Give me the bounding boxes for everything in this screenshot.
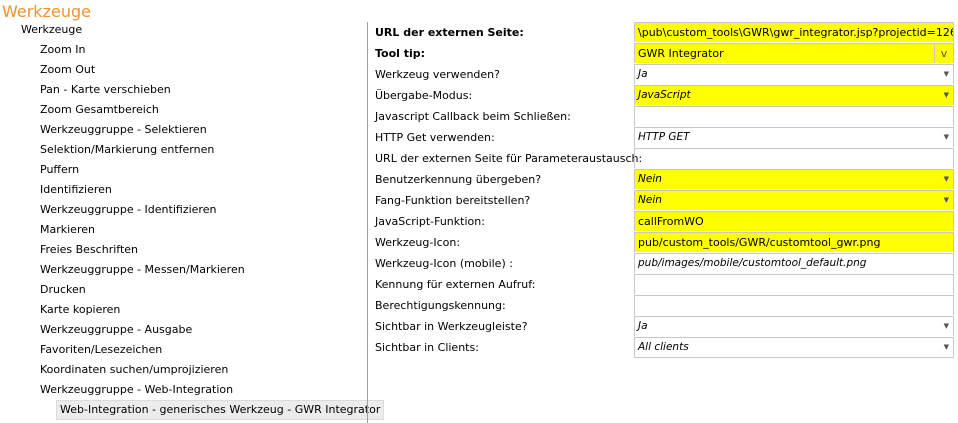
form-row: Werkzeug-Icon (mobile) : pub/images/mobil… — [368, 253, 956, 274]
field-input[interactable]: \pub\custom_tools\GWR\gwr_integrator.jsp… — [634, 22, 954, 42]
field-input[interactable]: pub/images/mobile/customtool_default.png — [634, 253, 954, 273]
form-row: Übergabe-Modus: JavaScript ▼ — [368, 85, 956, 106]
form-row: Benutzerkennung übergeben? Nein ▼ — [368, 169, 956, 190]
tree-item[interactable]: Werkzeuggruppe - Identifizieren — [40, 200, 216, 220]
field-select[interactable]: Nein ▼ — [634, 190, 954, 210]
field-label: Fang-Funktion bereitstellen? — [375, 194, 531, 207]
chevron-down-icon[interactable]: ▼ — [944, 86, 949, 105]
chevron-down-icon[interactable]: ▼ — [944, 317, 949, 336]
chevron-down-icon[interactable]: ▼ — [944, 191, 949, 210]
field-value: Ja — [638, 320, 648, 332]
field-label: Werkzeug-Icon: — [375, 236, 461, 249]
tree-item[interactable]: Werkzeuggruppe - Selektieren — [40, 120, 207, 140]
tree-item[interactable]: Werkzeuggruppe - Web-Integration — [40, 380, 233, 400]
form-row: Tool tip: GWR Integrator v — [368, 43, 956, 64]
field-select[interactable]: Ja ▼ — [634, 64, 954, 84]
form-row: HTTP Get verwenden: HTTP GET ▼ — [368, 127, 956, 148]
field-label: HTTP Get verwenden: — [375, 131, 495, 144]
field-label: URL der externen Seite: — [375, 26, 524, 39]
field-value: JavaScript — [638, 89, 691, 101]
chevron-down-icon[interactable]: ▼ — [944, 65, 949, 84]
tree-item[interactable]: Pan - Karte verschieben — [40, 80, 171, 100]
form-row: Sichtbar in Clients: All clients ▼ — [368, 337, 956, 358]
tree-item[interactable]: Koordinaten suchen/umprojizieren — [40, 360, 228, 380]
chevron-down-icon[interactable]: ▼ — [944, 128, 949, 147]
tree-item-selected[interactable]: Web-Integration - generisches Werkzeug -… — [56, 400, 385, 420]
field-label: Werkzeug verwenden? — [375, 68, 500, 81]
form-row: URL der externen Seite: \pub\custom_tools… — [368, 22, 956, 43]
form-row: Javascript Callback beim Schließen: — [368, 106, 956, 127]
tree-item[interactable]: Zoom Out — [40, 60, 95, 80]
tree-item[interactable]: Freies Beschriften — [40, 240, 138, 260]
field-select[interactable]: HTTP GET ▼ — [634, 127, 954, 147]
field-value: pub/custom_tools/GWR/customtool_gwr.png — [638, 236, 881, 249]
form-row: JavaScript-Funktion: callFromWO — [368, 211, 956, 232]
field-value: GWR Integrator — [638, 47, 724, 60]
field-label: Sichtbar in Werkzeugleiste? — [375, 320, 528, 333]
field-label: Kennung für externen Aufruf: — [375, 278, 536, 291]
field-label: Berechtigungskennung: — [375, 299, 506, 312]
field-select[interactable]: JavaScript ▼ — [634, 85, 954, 105]
field-label: Sichtbar in Clients: — [375, 341, 479, 354]
field-input[interactable] — [634, 148, 954, 168]
field-input[interactable]: GWR Integrator v — [634, 43, 954, 63]
field-label: Werkzeug-Icon (mobile) : — [375, 257, 513, 270]
tree-item[interactable]: Werkzeuggruppe - Ausgabe — [40, 320, 192, 340]
tree-item[interactable]: Identifizieren — [40, 180, 112, 200]
tree-item[interactable]: Zoom In — [40, 40, 85, 60]
form-row: Sichtbar in Werkzeugleiste? Ja ▼ — [368, 316, 956, 337]
tree-item[interactable]: Puffern — [40, 160, 79, 180]
field-value: HTTP GET — [638, 131, 690, 143]
field-value: \pub\custom_tools\GWR\gwr_integrator.jsp… — [638, 26, 954, 39]
tree-item[interactable]: Karte kopieren — [40, 300, 120, 320]
field-input[interactable] — [634, 106, 954, 126]
form-row: Berechtigungskennung: — [368, 295, 956, 316]
field-value: Ja — [638, 68, 648, 80]
field-value: All clients — [638, 341, 689, 353]
field-label: Javascript Callback beim Schließen: — [375, 110, 571, 123]
field-value: callFromWO — [638, 215, 704, 228]
tree-item[interactable]: Drucken — [40, 280, 86, 300]
chevron-down-icon[interactable]: ▼ — [944, 338, 949, 357]
tree-root[interactable]: Werkzeuge — [21, 20, 82, 40]
field-input[interactable]: callFromWO — [634, 211, 954, 231]
field-input[interactable]: pub/custom_tools/GWR/customtool_gwr.png — [634, 232, 954, 252]
field-label: JavaScript-Funktion: — [375, 215, 485, 228]
properties-form: URL der externen Seite: \pub\custom_tools… — [368, 22, 956, 358]
field-value: Nein — [638, 194, 662, 206]
form-row: Werkzeug verwenden? Ja ▼ — [368, 64, 956, 85]
field-select[interactable]: Ja ▼ — [634, 316, 954, 336]
field-value: Nein — [638, 173, 662, 185]
field-label: Benutzerkennung übergeben? — [375, 173, 542, 186]
form-row: Kennung für externen Aufruf: — [368, 274, 956, 295]
tree-item[interactable]: Werkzeuggruppe - Messen/Markieren — [40, 260, 245, 280]
field-label: URL der externen Seite für Parameteraust… — [375, 152, 643, 165]
form-row: Fang-Funktion bereitstellen? Nein ▼ — [368, 190, 956, 211]
tree-item[interactable]: Markieren — [40, 220, 95, 240]
field-value: pub/images/mobile/customtool_default.png — [638, 257, 867, 269]
field-label: Tool tip: — [375, 47, 426, 60]
tree-item[interactable]: Selektion/Markierung entfernen — [40, 140, 214, 160]
field-input[interactable] — [634, 274, 954, 294]
field-select[interactable]: Nein ▼ — [634, 169, 954, 189]
form-row: URL der externen Seite für Parameteraust… — [368, 148, 956, 169]
tree-item[interactable]: Favoriten/Lesezeichen — [40, 340, 162, 360]
expand-button[interactable]: v — [934, 44, 953, 63]
chevron-down-icon[interactable]: ▼ — [944, 170, 949, 189]
tree-item[interactable]: Zoom Gesamtbereich — [40, 100, 159, 120]
page-title: Werkzeuge — [2, 2, 91, 21]
form-row: Werkzeug-Icon: pub/custom_tools/GWR/custo… — [368, 232, 956, 253]
field-input[interactable] — [634, 295, 954, 315]
field-select[interactable]: All clients ▼ — [634, 337, 954, 358]
field-label: Übergabe-Modus: — [375, 89, 473, 102]
